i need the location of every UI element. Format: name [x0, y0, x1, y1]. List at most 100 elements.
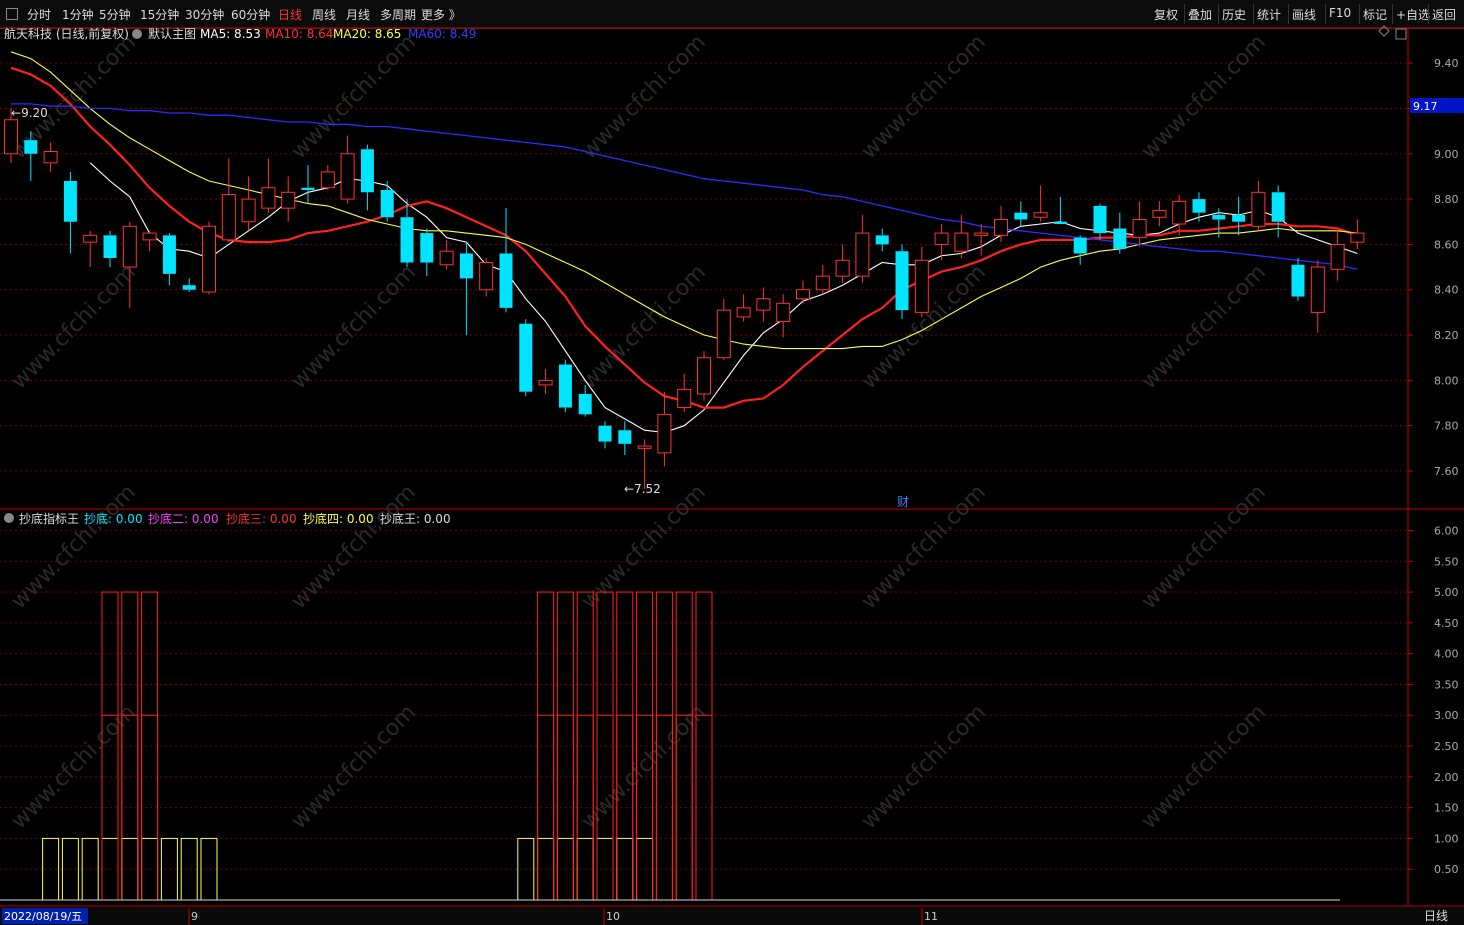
grid-layer	[0, 27, 1464, 907]
candle-body	[538, 379, 553, 386]
watermark: www.cfchi.com	[577, 260, 711, 394]
watermark-text: www.cfchi.com	[287, 260, 421, 394]
candle	[914, 246, 929, 317]
template-dropdown-icon[interactable]	[132, 29, 142, 39]
candle	[1053, 196, 1067, 225]
watermark: www.cfchi.com	[857, 30, 991, 164]
template-label[interactable]: 默认主图	[148, 26, 196, 41]
sub-tick-label: 1.50	[1434, 802, 1459, 815]
current-price-label: 9.17	[1413, 100, 1438, 113]
candle-body	[1132, 218, 1147, 239]
main-tick-label: 8.60	[1434, 238, 1459, 251]
candle	[340, 135, 355, 204]
sub-tick-label: 1.00	[1434, 832, 1459, 845]
main-tick-label: 9.00	[1434, 148, 1459, 161]
watermark: www.cfchi.com	[7, 260, 141, 394]
candle	[83, 230, 98, 268]
watermark-text: www.cfchi.com	[7, 700, 141, 834]
candle	[835, 244, 850, 283]
candle-body	[439, 250, 454, 266]
candle	[420, 228, 434, 277]
sub-tick-label: 0.50	[1434, 863, 1459, 876]
candle	[697, 350, 711, 401]
indicator-dropdown-icon[interactable]	[4, 513, 14, 523]
sub-tick-label: 6.00	[1434, 524, 1459, 537]
candle-body	[83, 234, 98, 243]
candle	[538, 369, 553, 394]
watermark-text: www.cfchi.com	[1137, 480, 1271, 614]
candle-body	[716, 309, 731, 359]
indicator-bar	[695, 591, 713, 901]
ma20-label: MA20: 8.65	[333, 27, 401, 41]
candle	[776, 294, 791, 338]
watermark-text: www.cfchi.com	[287, 700, 421, 834]
candle-body	[618, 430, 632, 444]
sub-tick-label: 5.00	[1434, 586, 1459, 599]
candle	[459, 242, 473, 336]
candle	[122, 221, 137, 308]
watermark: www.cfchi.com	[1137, 480, 1271, 614]
indicator-bar	[200, 837, 218, 901]
candle-body	[1350, 232, 1365, 243]
candle-body	[1093, 205, 1107, 234]
candle-body	[994, 218, 1008, 236]
candle	[756, 287, 771, 322]
candle-body	[558, 364, 572, 408]
candle	[142, 230, 157, 252]
candle	[716, 298, 731, 360]
period-label[interactable]: 日线	[1424, 909, 1448, 923]
candle	[43, 142, 58, 172]
candle	[1271, 185, 1285, 238]
candle	[736, 294, 751, 322]
bottom-bar	[0, 907, 1464, 925]
watermark-text: www.cfchi.com	[857, 480, 991, 614]
stock-title: 航天科技 (日线,前复权)	[4, 26, 129, 41]
price-axis: 9.409.209.008.808.608.408.208.007.807.60…	[1408, 57, 1459, 876]
candle-body	[519, 323, 533, 392]
sub-tick-label: 2.50	[1434, 740, 1459, 753]
watermark-text: www.cfchi.com	[577, 30, 711, 164]
candle-body	[796, 289, 810, 300]
candle-body	[1113, 228, 1127, 249]
candle	[994, 205, 1008, 243]
candle-body	[400, 217, 414, 263]
candle-body	[24, 140, 38, 154]
sub-tick-label: 3.00	[1434, 709, 1459, 722]
main-tick-label: 8.40	[1434, 284, 1459, 297]
candle-body	[43, 151, 58, 164]
candle-body	[954, 232, 969, 252]
candle-body	[677, 388, 692, 409]
watermark-text: www.cfchi.com	[7, 260, 141, 394]
candle-body	[4, 119, 18, 155]
indicator-v2: 抄底二: 0.00	[148, 511, 219, 526]
candle	[221, 158, 236, 243]
candle-body	[657, 413, 672, 454]
candle-body	[1033, 212, 1048, 218]
main-tick-label: 8.20	[1434, 329, 1459, 342]
candle-body	[1251, 191, 1266, 227]
candle-body	[122, 225, 137, 268]
candle	[281, 176, 296, 222]
candle	[677, 373, 692, 413]
sub-tick-label: 3.50	[1434, 678, 1459, 691]
candle	[618, 421, 632, 456]
window-icon[interactable]	[1395, 28, 1407, 40]
candle-body	[261, 187, 276, 209]
watermark-text: www.cfchi.com	[1137, 30, 1271, 164]
indicator-v5: 抄底王: 0.00	[380, 511, 451, 526]
candle	[1172, 194, 1187, 236]
candle-body	[578, 393, 592, 415]
finance-marker[interactable]: 财	[897, 495, 909, 509]
watermark: www.cfchi.com	[287, 700, 421, 834]
candle-body	[1232, 214, 1246, 222]
indicator-name[interactable]: 抄底指标王	[19, 511, 79, 526]
candle	[360, 144, 374, 211]
candle-body	[875, 235, 889, 245]
watermark-layer: www.cfchi.com www.cfchi.com www.cfchi.com w…	[7, 30, 1271, 834]
candle	[202, 221, 216, 295]
month-label-2: 10	[606, 910, 620, 923]
candle	[855, 214, 870, 283]
candle-body	[1053, 221, 1067, 225]
main-tick-label: 8.80	[1434, 193, 1459, 206]
candle	[895, 244, 909, 320]
